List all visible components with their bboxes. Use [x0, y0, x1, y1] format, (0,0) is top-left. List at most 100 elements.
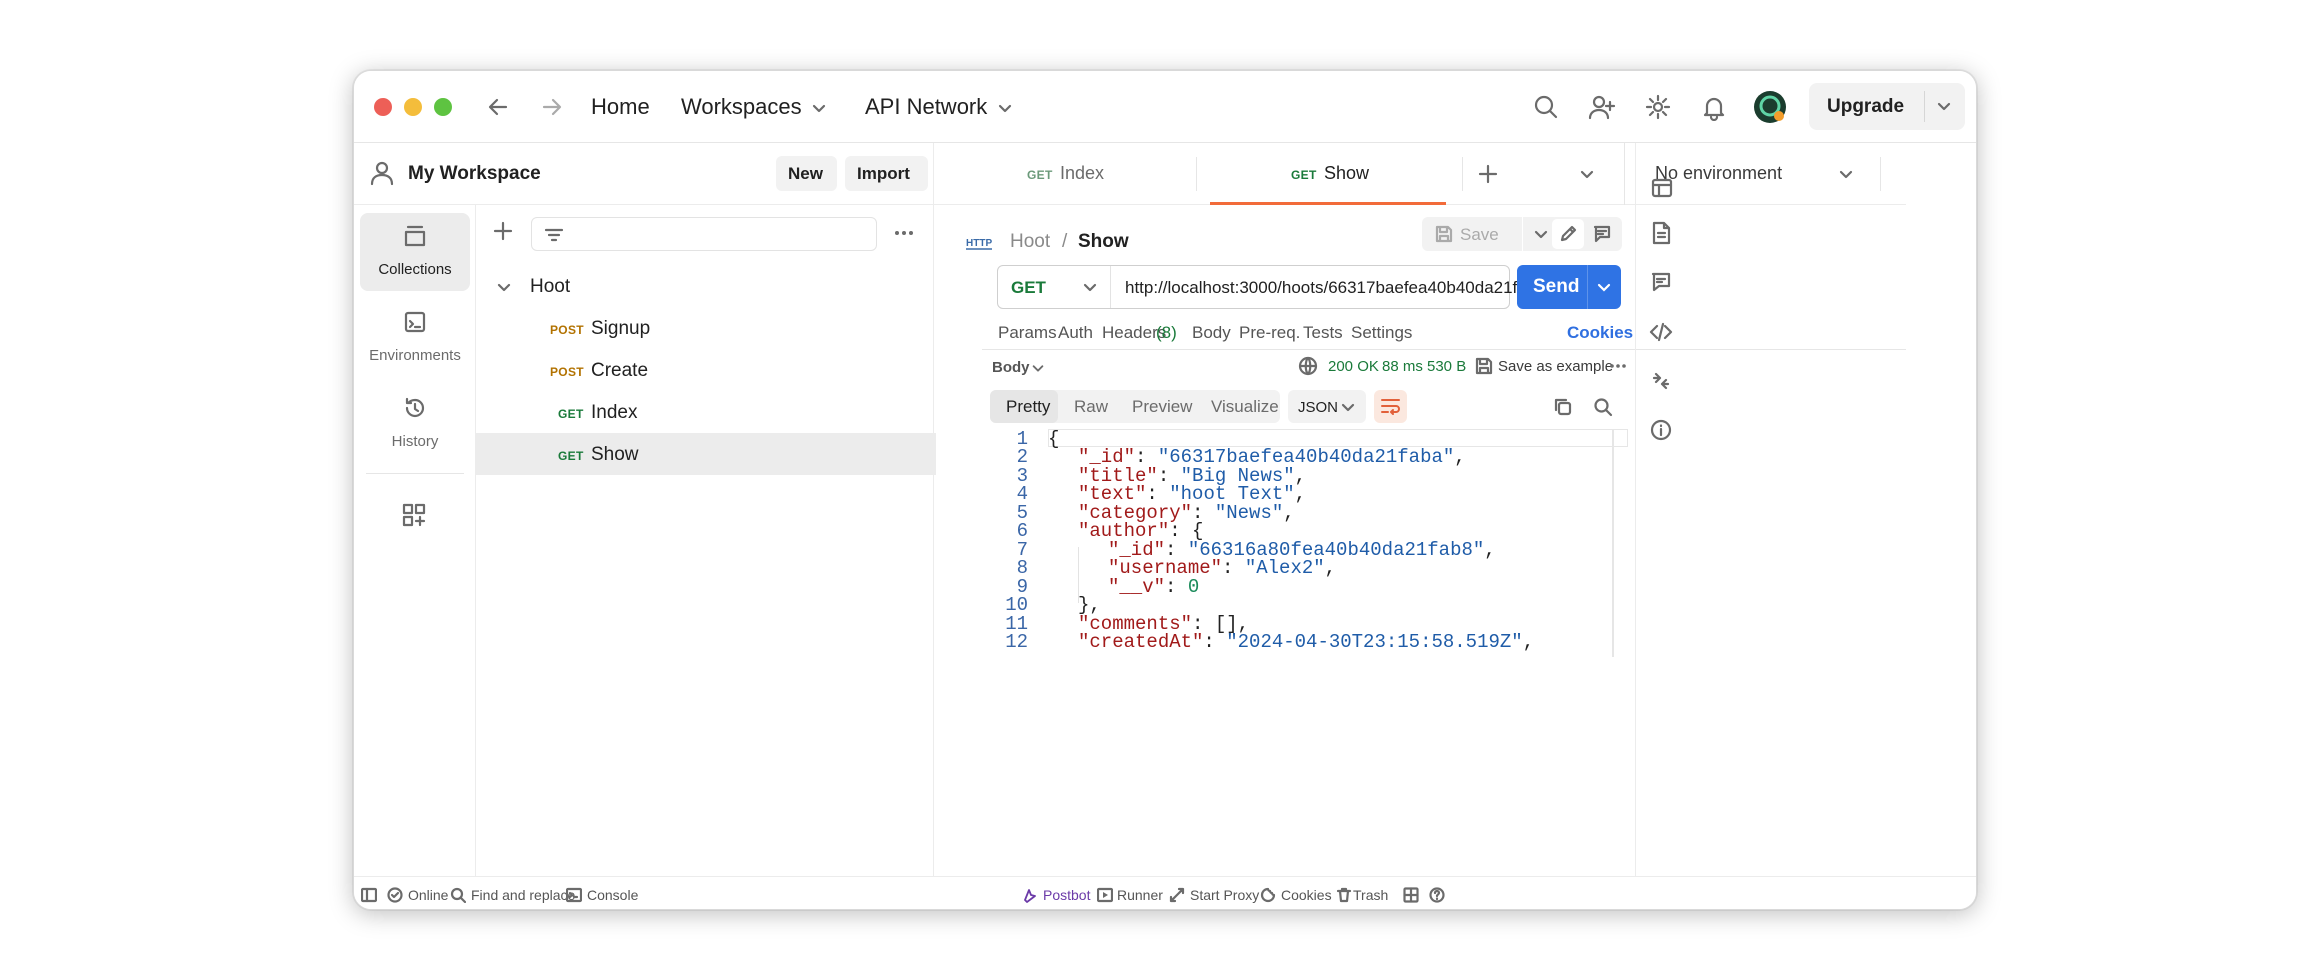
settings-gear-icon[interactable]	[1644, 93, 1672, 121]
related-collections-icon[interactable]	[1650, 370, 1672, 392]
subtab-params[interactable]: Params	[998, 323, 1057, 343]
sidebar-item-environments[interactable]: Environments	[360, 299, 470, 377]
cookies-button[interactable]: Cookies	[1281, 887, 1332, 903]
tab-index[interactable]: GET Index	[934, 143, 1196, 205]
request-create[interactable]: POST Create	[476, 349, 936, 391]
layout-icon[interactable]	[1403, 887, 1419, 903]
home-link[interactable]: Home	[591, 94, 650, 120]
help-icon[interactable]	[1429, 887, 1445, 903]
postbot-icon	[1022, 887, 1038, 903]
invite-user-icon[interactable]	[1588, 93, 1616, 121]
url-input[interactable]: http://localhost:3000/hoots/66317baefea4…	[1125, 278, 1546, 298]
divider	[1924, 91, 1925, 122]
subtab-tests[interactable]: Tests	[1303, 323, 1343, 343]
console-button[interactable]: Console	[587, 887, 638, 903]
toggle-sidebar-icon[interactable]	[361, 887, 377, 903]
chevron-down-icon[interactable]	[1936, 98, 1952, 114]
import-button[interactable]: Import	[845, 156, 928, 191]
view-tab-visualize[interactable]: Visualize	[1211, 397, 1279, 417]
notifications-bell-icon[interactable]	[1700, 93, 1728, 121]
new-tab-add-icon[interactable]	[1477, 163, 1499, 185]
chevron-down-icon[interactable]	[811, 100, 827, 116]
subtab-auth[interactable]: Auth	[1058, 323, 1093, 343]
globe-icon[interactable]	[1298, 356, 1318, 376]
format-label: JSON	[1298, 399, 1339, 416]
find-replace-button[interactable]: Find and replace	[471, 887, 575, 903]
search-collections-input[interactable]	[531, 217, 877, 251]
collection-name: Hoot	[530, 276, 571, 297]
breadcrumb-parent[interactable]: Hoot	[1010, 231, 1050, 253]
divider	[982, 349, 1906, 350]
sidebar-item-collections[interactable]: Collections	[360, 213, 470, 291]
filter-icon[interactable]	[544, 225, 564, 245]
subtab-pre-request[interactable]: Pre-req.	[1239, 323, 1300, 343]
new-button[interactable]: New	[776, 156, 837, 191]
subtab-settings[interactable]: Settings	[1351, 323, 1412, 343]
request-show[interactable]: GET Show	[476, 433, 936, 475]
copy-icon[interactable]	[1553, 397, 1573, 417]
view-tab-pretty[interactable]: Pretty	[990, 390, 1058, 423]
request-index[interactable]: GET Index	[476, 391, 936, 433]
avatar[interactable]	[1752, 89, 1788, 125]
close-window-button[interactable]	[374, 98, 392, 116]
chevron-down-icon[interactable]	[1031, 361, 1045, 375]
response-time[interactable]: 88 ms	[1382, 358, 1423, 375]
tab-show[interactable]: GET Show	[1210, 143, 1446, 205]
wrap-lines-button[interactable]	[1374, 390, 1407, 423]
view-tab-raw[interactable]: Raw	[1074, 397, 1108, 417]
sidebar-item-history[interactable]: History	[360, 385, 470, 463]
response-body-label[interactable]: Body	[992, 359, 1030, 376]
response-code-view[interactable]: 1 2 3 4 5 6 7 8 9 10 11 12 { "_id": "663…	[990, 427, 1630, 659]
response-size[interactable]: 530 B	[1427, 358, 1466, 375]
workspaces-menu[interactable]: Workspaces	[681, 94, 802, 120]
comments-icon[interactable]	[1650, 271, 1672, 293]
configure-sidebar-icon[interactable]	[400, 501, 428, 529]
minimize-window-button[interactable]	[404, 98, 422, 116]
api-network-menu[interactable]: API Network	[865, 94, 987, 120]
workspace-name[interactable]: My Workspace	[408, 163, 541, 185]
method-label: GET	[1011, 278, 1046, 297]
code-snippet-icon[interactable]	[1649, 320, 1673, 344]
send-button[interactable]: Send	[1517, 265, 1621, 309]
more-options-icon[interactable]	[892, 223, 916, 243]
runner-button[interactable]: Runner	[1117, 887, 1163, 903]
start-proxy-button[interactable]: Start Proxy	[1190, 887, 1259, 903]
documentation-icon[interactable]	[1650, 221, 1672, 245]
search-icon[interactable]	[1593, 397, 1613, 417]
search-icon[interactable]	[1532, 93, 1560, 121]
edit-mode-button[interactable]	[1552, 219, 1584, 249]
view-tab-preview[interactable]: Preview	[1132, 397, 1192, 417]
more-options-icon[interactable]	[1608, 358, 1628, 374]
trash-button[interactable]: Trash	[1353, 887, 1388, 903]
save-as-example-button[interactable]: Save as example	[1498, 358, 1613, 375]
sidebar-item-label: History	[391, 433, 439, 450]
collection-hoot[interactable]: Hoot	[476, 265, 936, 307]
postbot-button[interactable]: Postbot	[1043, 887, 1090, 903]
forward-arrow-icon[interactable]	[540, 95, 564, 119]
subtab-body[interactable]: Body	[1192, 323, 1231, 343]
chevron-down-icon[interactable]	[1838, 166, 1854, 182]
upgrade-button[interactable]: Upgrade	[1809, 83, 1965, 130]
scrollbar[interactable]	[1612, 429, 1614, 657]
method-select[interactable]: GET	[998, 266, 1111, 308]
online-status[interactable]: Online	[408, 887, 448, 903]
info-icon[interactable]	[1650, 419, 1672, 441]
environment-label: No environment	[1655, 163, 1783, 183]
chevron-down-icon[interactable]	[997, 100, 1013, 116]
runner-icon	[1097, 887, 1113, 903]
chevron-down-icon[interactable]	[1596, 279, 1612, 295]
comments-icon[interactable]	[1592, 224, 1612, 244]
back-arrow-icon[interactable]	[486, 95, 510, 119]
status-badge[interactable]: 200 OK	[1328, 358, 1379, 375]
chevron-down-icon[interactable]	[496, 279, 512, 295]
cookies-link[interactable]: Cookies	[1567, 323, 1633, 343]
add-icon[interactable]	[492, 220, 514, 242]
chevron-down-icon[interactable]	[1579, 166, 1595, 182]
format-select[interactable]: JSON	[1288, 390, 1366, 423]
api-docs-icon[interactable]	[1650, 176, 1674, 200]
page-title[interactable]: Show	[1078, 231, 1129, 253]
tab-label: Show	[1324, 163, 1370, 183]
request-signup[interactable]: POST Signup	[476, 307, 936, 349]
save-button[interactable]: Save	[1422, 217, 1522, 251]
maximize-window-button[interactable]	[434, 98, 452, 116]
